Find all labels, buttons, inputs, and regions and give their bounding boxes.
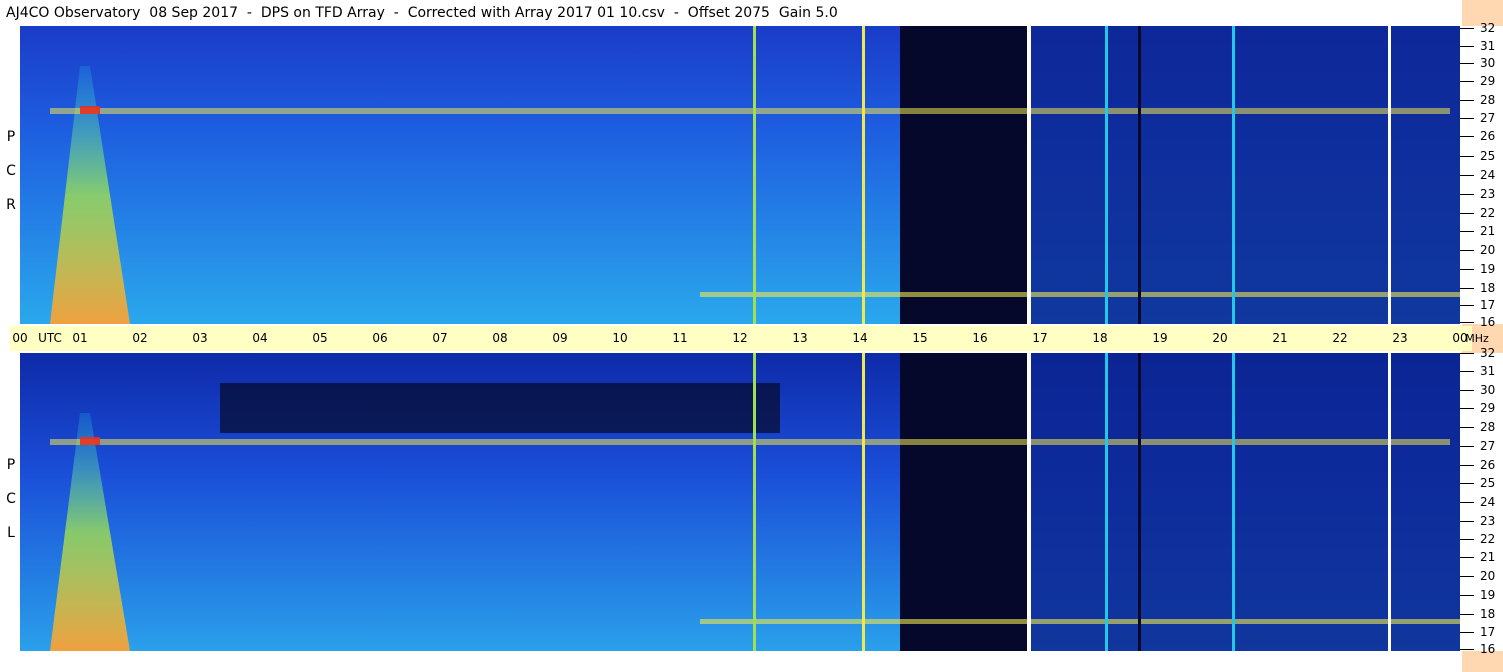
time-tick: 01 <box>72 331 88 345</box>
freq-tick: 22 <box>1480 532 1496 546</box>
time-tick: 14 <box>852 331 868 345</box>
freq-tick: 30 <box>1480 56 1496 70</box>
freq-tick: 21 <box>1480 224 1496 238</box>
time-tick: 19 <box>1152 331 1168 345</box>
lcp-spectrogram-image <box>20 353 1460 651</box>
freq-tick: 18 <box>1480 281 1496 295</box>
lcp-frequency-axis: 32 31 30 29 28 27 26 25 24 23 22 21 20 1… <box>1460 347 1503 655</box>
time-unit-label: UTC <box>38 331 62 345</box>
freq-tick: 25 <box>1480 476 1496 490</box>
pol-letter: C <box>6 163 16 179</box>
rcp-spectrogram <box>20 26 1460 324</box>
freq-tick: 31 <box>1480 39 1496 53</box>
time-tick: 08 <box>492 331 508 345</box>
freq-tick: 24 <box>1480 495 1496 509</box>
lcp-spectrogram <box>20 353 1460 651</box>
lcp-label: P C L <box>4 458 18 560</box>
pol-letter: P <box>6 457 16 473</box>
time-tick: 17 <box>1032 331 1048 345</box>
time-tick: 16 <box>972 331 988 345</box>
freq-tick: 31 <box>1480 364 1496 378</box>
time-tick: 07 <box>432 331 448 345</box>
pol-letter: R <box>6 197 16 213</box>
time-tick: 22 <box>1332 331 1348 345</box>
freq-tick: 16 <box>1480 315 1496 329</box>
time-tick: 13 <box>792 331 808 345</box>
time-tick: 21 <box>1272 331 1288 345</box>
time-tick: 09 <box>552 331 568 345</box>
rcp-frequency-axis: 32 31 30 29 28 27 26 25 24 23 22 21 20 1… <box>1460 22 1503 328</box>
time-tick: 10 <box>612 331 628 345</box>
freq-tick: 18 <box>1480 607 1496 621</box>
time-tick: 04 <box>252 331 268 345</box>
freq-tick: 29 <box>1480 74 1496 88</box>
time-tick: 03 <box>192 331 208 345</box>
freq-tick: 27 <box>1480 439 1496 453</box>
freq-tick: 20 <box>1480 569 1496 583</box>
time-tick: 02 <box>132 331 148 345</box>
rcp-label: P C R <box>4 130 18 232</box>
time-tick: 20 <box>1212 331 1228 345</box>
freq-tick: 28 <box>1480 93 1496 107</box>
time-tick: 12 <box>732 331 748 345</box>
freq-tick: 28 <box>1480 420 1496 434</box>
freq-tick: 25 <box>1480 149 1496 163</box>
page-title: AJ4CO Observatory 08 Sep 2017 - DPS on T… <box>6 5 838 21</box>
pol-letter: C <box>6 491 16 507</box>
freq-tick: 19 <box>1480 588 1496 602</box>
freq-tick: 26 <box>1480 129 1496 143</box>
freq-tick: 20 <box>1480 243 1496 257</box>
time-tick: 15 <box>912 331 928 345</box>
freq-tick: 23 <box>1480 187 1496 201</box>
freq-tick: 17 <box>1480 298 1496 312</box>
freq-tick: 32 <box>1480 21 1496 35</box>
freq-tick: 17 <box>1480 625 1496 639</box>
freq-tick: 26 <box>1480 458 1496 472</box>
freq-tick: 29 <box>1480 401 1496 415</box>
freq-tick: 24 <box>1480 168 1496 182</box>
freq-tick: 16 <box>1480 642 1496 656</box>
time-tick: 11 <box>672 331 688 345</box>
rcp-spectrogram-image <box>20 26 1460 324</box>
freq-tick: 21 <box>1480 550 1496 564</box>
freq-tick: 19 <box>1480 262 1496 276</box>
time-tick: 05 <box>312 331 328 345</box>
freq-tick: 30 <box>1480 383 1496 397</box>
pol-letter: L <box>7 525 15 541</box>
time-tick: 23 <box>1392 331 1408 345</box>
freq-tick: 23 <box>1480 514 1496 528</box>
freq-tick: 27 <box>1480 111 1496 125</box>
time-axis: 00 UTC 01 02 03 04 05 06 07 08 09 10 11 … <box>10 326 1489 351</box>
time-tick: 00 <box>12 331 28 345</box>
freq-tick: 22 <box>1480 206 1496 220</box>
freq-tick: 32 <box>1480 346 1496 360</box>
pol-letter: P <box>6 129 16 145</box>
time-tick: 06 <box>372 331 388 345</box>
time-tick: 18 <box>1092 331 1108 345</box>
